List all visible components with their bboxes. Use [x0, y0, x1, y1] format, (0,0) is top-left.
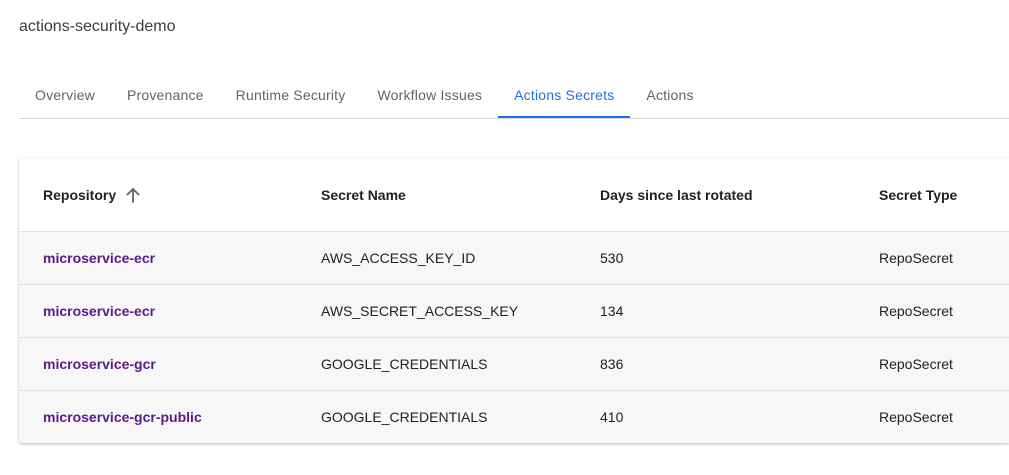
cell-secret-type: RepoSecret	[855, 231, 1009, 285]
repository-link[interactable]: microservice-ecr	[43, 303, 155, 319]
tab-runtime-security[interactable]: Runtime Security	[220, 72, 362, 117]
cell-repository: microservice-gcr	[19, 337, 297, 391]
secrets-table-card: Repository Secret Name Days since last r…	[19, 158, 1009, 443]
table-row: microservice-gcr-public GOOGLE_CREDENTIA…	[19, 390, 1009, 444]
cell-secret-name: AWS_ACCESS_KEY_ID	[297, 231, 576, 285]
tab-actions[interactable]: Actions	[630, 72, 709, 117]
repository-link[interactable]: microservice-gcr-public	[43, 409, 202, 425]
cell-secret-type: RepoSecret	[855, 284, 1009, 338]
cell-repository: microservice-ecr	[19, 231, 297, 285]
tab-provenance[interactable]: Provenance	[111, 72, 220, 117]
column-header-repository[interactable]: Repository	[19, 158, 297, 232]
org-title: actions-security-demo	[19, 18, 176, 35]
tab-workflow-issues[interactable]: Workflow Issues	[361, 72, 498, 117]
column-header-secret-type[interactable]: Secret Type	[855, 158, 1009, 232]
table-header-row: Repository Secret Name Days since last r…	[19, 158, 1009, 232]
cell-secret-name: GOOGLE_CREDENTIALS	[297, 337, 576, 391]
column-header-days-since-rotated[interactable]: Days since last rotated	[576, 158, 855, 232]
page: actions-security-demo Overview Provenanc…	[0, 0, 1009, 475]
table-row: microservice-ecr AWS_ACCESS_KEY_ID 530 R…	[19, 231, 1009, 285]
secrets-table: Repository Secret Name Days since last r…	[19, 158, 1009, 443]
tab-overview[interactable]: Overview	[19, 72, 111, 117]
cell-days: 410	[600, 409, 624, 425]
cell-secret-name: AWS_SECRET_ACCESS_KEY	[297, 284, 576, 338]
tab-actions-secrets[interactable]: Actions Secrets	[498, 72, 631, 118]
tab-bar: Overview Provenance Runtime Security Wor…	[19, 72, 1009, 119]
cell-days: 836	[576, 337, 855, 391]
cell-secret-type: RepoSecret	[855, 337, 1009, 391]
repository-link[interactable]: microservice-ecr	[43, 250, 155, 266]
cell-days: 134	[576, 284, 855, 338]
cell-secret-type: RepoSecret	[879, 409, 953, 425]
table-row: microservice-ecr AWS_SECRET_ACCESS_KEY 1…	[19, 284, 1009, 338]
cell-days: 530	[576, 231, 855, 285]
table-row: microservice-gcr GOOGLE_CREDENTIALS 836 …	[19, 337, 1009, 391]
cell-repository: microservice-gcr-public	[19, 391, 297, 444]
cell-secret-name: GOOGLE_CREDENTIALS	[321, 409, 488, 425]
repository-link[interactable]: microservice-gcr	[43, 356, 156, 372]
column-header-label: Repository	[43, 186, 117, 203]
cell-repository: microservice-ecr	[19, 284, 297, 338]
column-header-secret-name[interactable]: Secret Name	[297, 158, 576, 232]
arrow-up-icon[interactable]	[124, 186, 142, 204]
